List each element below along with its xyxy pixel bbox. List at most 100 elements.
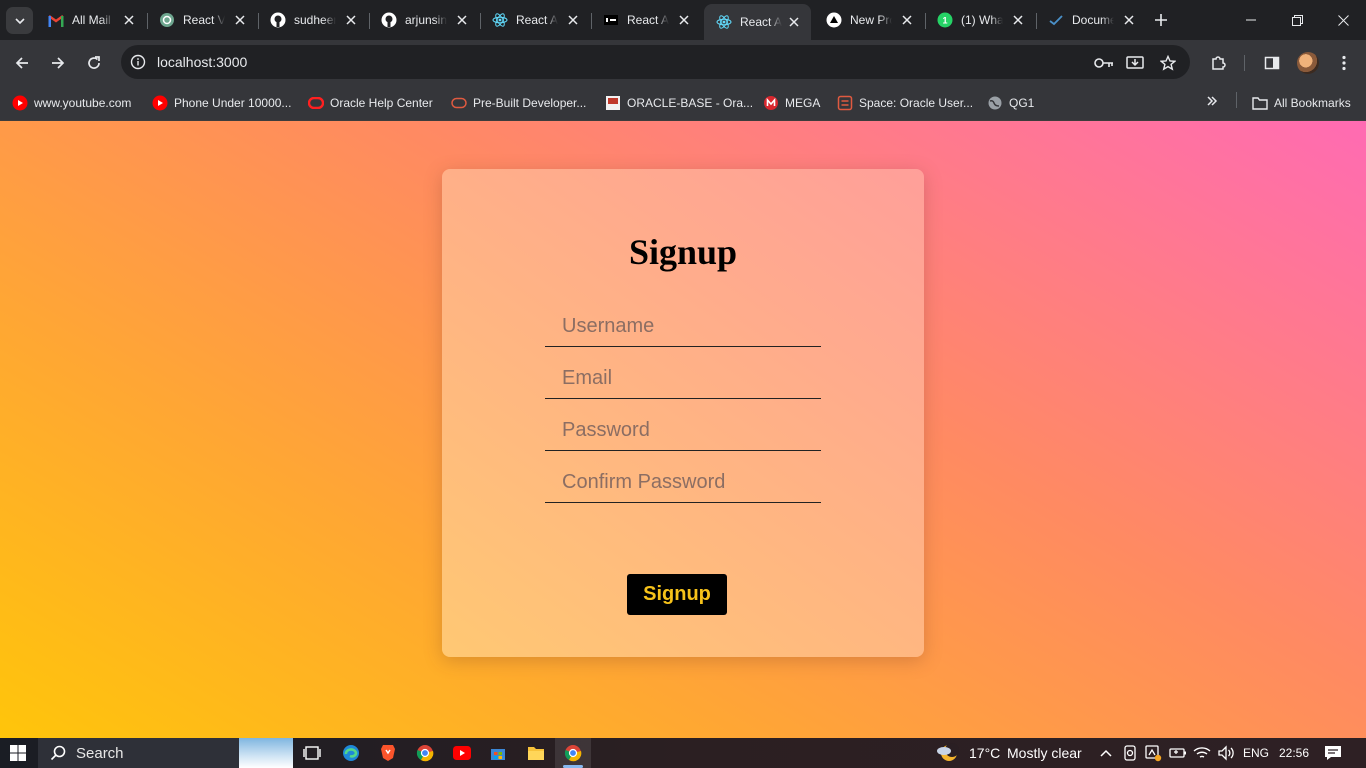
- tab-react-app-2[interactable]: React App: [591, 4, 701, 36]
- bookmark-space-oracle[interactable]: Space: Oracle User...: [837, 92, 973, 114]
- tab-react-app-1[interactable]: React App: [480, 4, 590, 36]
- camera-icon: [1124, 745, 1136, 761]
- weather-widget[interactable]: [936, 743, 960, 763]
- key-icon[interactable]: [1094, 53, 1114, 73]
- confirm-password-field[interactable]: [545, 463, 821, 503]
- bookmark-oracle-base[interactable]: ORACLE-BASE - Ora...: [605, 92, 753, 114]
- chevron-down-icon: [14, 17, 25, 24]
- close-icon[interactable]: [1011, 13, 1025, 27]
- close-icon[interactable]: [1122, 13, 1136, 27]
- moon-cloud-icon: [937, 743, 959, 761]
- chatgpt-icon: [159, 12, 175, 28]
- show-hidden-icons[interactable]: [1096, 743, 1116, 763]
- close-icon[interactable]: [677, 13, 691, 27]
- forward-button[interactable]: [43, 48, 73, 78]
- bookmark-label: Phone Under 10000...: [174, 96, 292, 110]
- bookmark-oracle-help[interactable]: Oracle Help Center: [308, 92, 433, 114]
- tray-meet-now[interactable]: [1120, 743, 1140, 763]
- minimize-button[interactable]: [1228, 0, 1274, 40]
- bookmark-mega[interactable]: MEGA: [763, 92, 820, 114]
- bookmark-label: QG1: [1009, 96, 1035, 110]
- taskbar-edge[interactable]: [341, 743, 361, 763]
- tab-documents[interactable]: Documents: [1036, 4, 1146, 36]
- tab-title: arjunsingh: [405, 13, 447, 27]
- bookmarks-overflow-button[interactable]: [1202, 91, 1222, 111]
- extensions-button[interactable]: [1203, 48, 1233, 78]
- tab-all-mail[interactable]: All Mail: [36, 4, 146, 36]
- taskbar-brave[interactable]: [378, 743, 398, 763]
- tab-react-app-active[interactable]: React App: [704, 4, 811, 40]
- close-icon[interactable]: [566, 13, 580, 27]
- site-info-icon[interactable]: [129, 53, 147, 71]
- arrow-left-icon: [15, 57, 28, 69]
- username-field[interactable]: [545, 307, 821, 347]
- bookmark-youtube[interactable]: www.youtube.com: [12, 92, 131, 114]
- new-tab-button[interactable]: [1150, 9, 1172, 31]
- close-window-button[interactable]: [1320, 0, 1366, 40]
- input-language[interactable]: ENG: [1243, 746, 1269, 760]
- bookmark-prebuilt-developer[interactable]: Pre-Built Developer...: [451, 92, 586, 114]
- bookmarks-bar: www.youtube.com Phone Under 10000... Ora…: [0, 86, 1366, 121]
- tab-whatsapp[interactable]: 1 (1) WhatsApp: [925, 4, 1035, 36]
- close-icon[interactable]: [122, 13, 136, 27]
- search-highlight-image: [239, 738, 293, 768]
- notification-center[interactable]: [1323, 743, 1343, 763]
- docs-icon: [1048, 12, 1064, 28]
- github-icon: [270, 12, 286, 28]
- bookmark-phone-under[interactable]: Phone Under 10000...: [152, 92, 291, 114]
- task-view-button[interactable]: [302, 743, 322, 763]
- close-icon[interactable]: [233, 13, 247, 27]
- mega-icon: [763, 95, 779, 111]
- chrome-icon: [564, 745, 582, 762]
- password-field[interactable]: [545, 411, 821, 451]
- tray-battery[interactable]: [1168, 743, 1188, 763]
- tab-new-project[interactable]: New Project: [814, 4, 924, 36]
- tab-github-arjunsingh[interactable]: arjunsingh: [369, 4, 479, 36]
- all-bookmarks-folder[interactable]: All Bookmarks: [1252, 92, 1351, 114]
- tray-network-app[interactable]: [1143, 743, 1163, 763]
- close-icon: [1337, 14, 1349, 26]
- folder-icon: [528, 747, 544, 760]
- restore-button[interactable]: [1274, 0, 1320, 40]
- menu-button[interactable]: [1329, 48, 1359, 78]
- reload-button[interactable]: [79, 48, 109, 78]
- windows-taskbar: Search 17°C Mostly clear ENG 22:56: [0, 738, 1366, 768]
- space-icon: [837, 95, 853, 111]
- bookmark-label: ORACLE-BASE - Ora...: [627, 96, 754, 110]
- browser-toolbar: localhost:3000: [0, 40, 1366, 86]
- github-icon: [381, 12, 397, 28]
- taskbar-search-box[interactable]: Search: [38, 738, 293, 768]
- start-button[interactable]: [8, 743, 28, 763]
- close-icon[interactable]: [455, 13, 469, 27]
- close-icon[interactable]: [787, 15, 801, 29]
- clock-time[interactable]: 22:56: [1279, 746, 1309, 760]
- profile-avatar[interactable]: [1297, 52, 1319, 74]
- react-icon: [716, 14, 732, 30]
- tab-react-vite[interactable]: React Vite: [147, 4, 257, 36]
- close-icon[interactable]: [344, 13, 358, 27]
- app-icon: [603, 12, 619, 28]
- back-button[interactable]: [7, 48, 37, 78]
- install-app-icon[interactable]: [1125, 53, 1145, 73]
- brave-icon: [381, 745, 395, 761]
- taskbar-store[interactable]: [488, 743, 508, 763]
- taskbar-chrome-active[interactable]: [563, 743, 583, 763]
- taskbar-youtube[interactable]: [452, 743, 472, 763]
- email-field[interactable]: [545, 359, 821, 399]
- tab-github-sudheer[interactable]: sudheer: [258, 4, 368, 36]
- tray-volume[interactable]: [1216, 743, 1236, 763]
- tab-title: React App: [740, 15, 782, 29]
- signup-button[interactable]: Signup: [627, 574, 727, 615]
- tray-wifi[interactable]: [1192, 743, 1212, 763]
- search-icon: [50, 745, 66, 761]
- taskbar-file-explorer[interactable]: [526, 743, 546, 763]
- bookmark-qg1[interactable]: QG1: [987, 92, 1034, 114]
- tab-search-button[interactable]: [6, 7, 33, 34]
- bookmark-star-icon[interactable]: [1158, 53, 1178, 73]
- signup-card: Signup Signup: [442, 169, 924, 657]
- close-icon[interactable]: [900, 13, 914, 27]
- globe-icon: [987, 95, 1003, 111]
- side-panel-button[interactable]: [1257, 48, 1287, 78]
- taskbar-chrome[interactable]: [415, 743, 435, 763]
- address-bar[interactable]: localhost:3000: [121, 45, 1190, 79]
